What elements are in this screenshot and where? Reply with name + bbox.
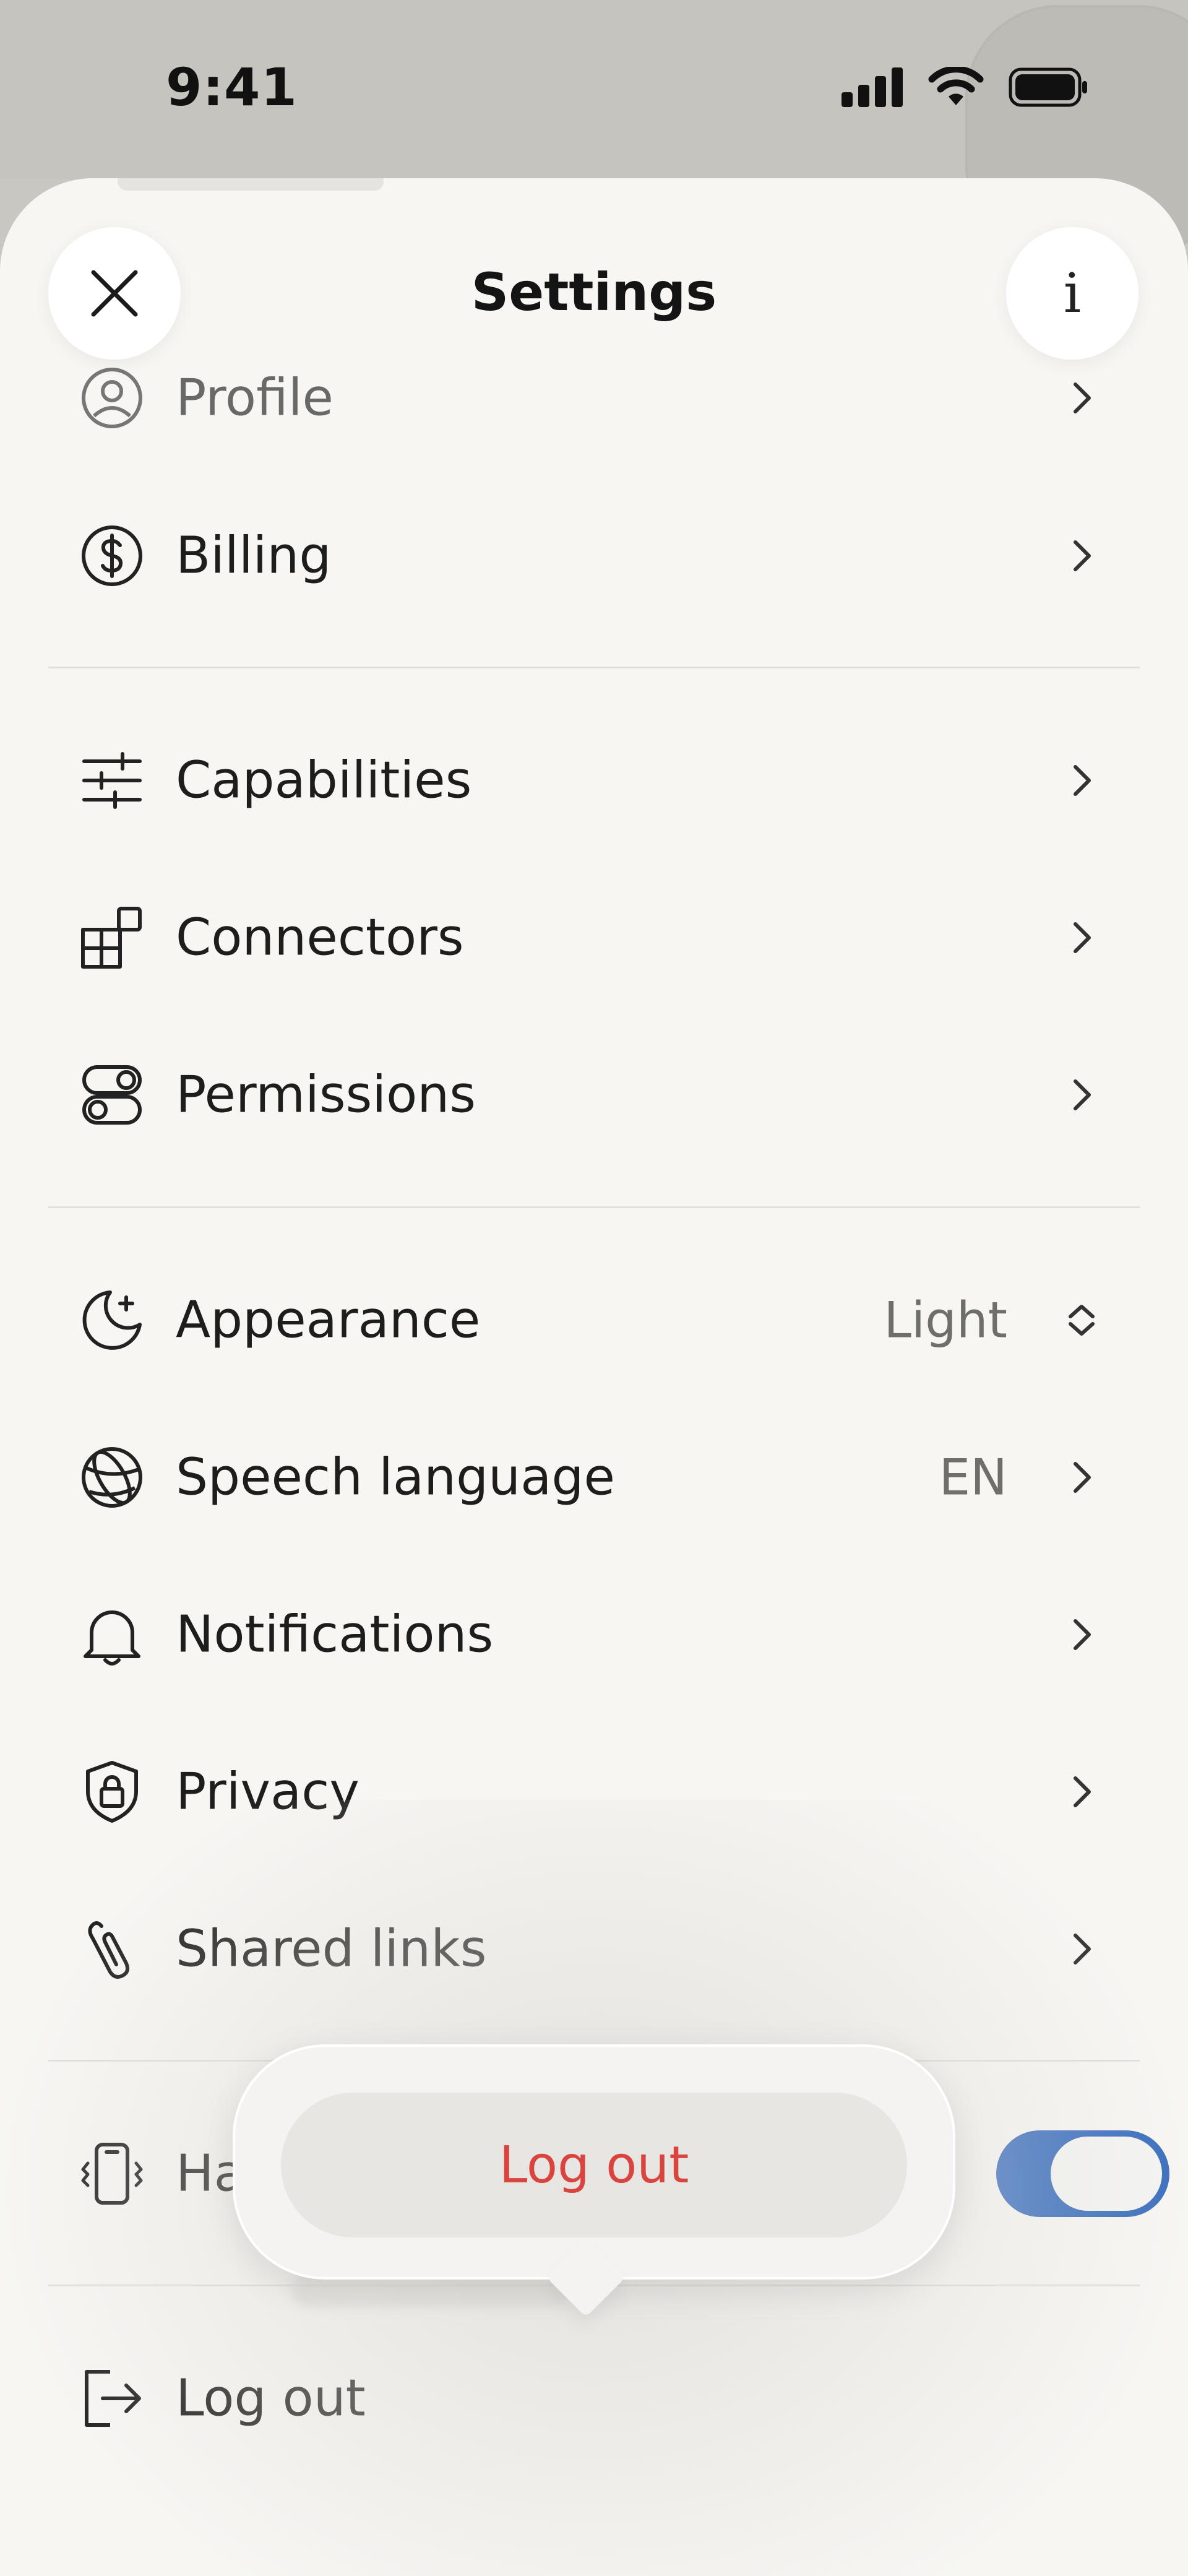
logout-confirm-button[interactable]: Log out	[281, 2093, 907, 2237]
logout-confirm-label: Log out	[499, 2135, 689, 2195]
phone-vibrate-icon	[81, 2143, 143, 2205]
settings-row-profile[interactable]: Profile	[48, 336, 1140, 460]
settings-row-billing[interactable]: Billing	[48, 494, 1140, 618]
settings-row-label: Profile	[176, 368, 334, 428]
speech-language-value: EN	[939, 1448, 1007, 1506]
wifi-icon	[928, 67, 984, 105]
chevron-right-icon	[1074, 540, 1091, 571]
toggle-knob	[1051, 2137, 1162, 2211]
section-divider	[48, 1206, 1140, 1208]
settings-row-appearance[interactable]: Appearance Light	[48, 1258, 1140, 1382]
section-divider	[48, 667, 1140, 668]
status-icons	[842, 67, 1089, 108]
status-time: 9:41	[166, 57, 298, 118]
person-circle-icon	[82, 368, 142, 428]
chevron-up-down-icon	[1069, 1305, 1095, 1336]
battery-icon	[1009, 67, 1087, 107]
status-bar: 9:41	[0, 0, 1188, 257]
settings-row-label: Appearance	[176, 1290, 481, 1350]
settings-row-label: Privacy	[176, 1762, 359, 1822]
chevron-right-icon	[1074, 1079, 1091, 1110]
sliders-icon	[82, 752, 142, 809]
settings-row-logout[interactable]: Log out	[48, 2336, 1140, 2460]
sheet-grabber	[118, 178, 384, 191]
settings-row-label: Permissions	[176, 1065, 476, 1125]
settings-row-shared-links[interactable]: Shared links	[48, 1887, 1140, 2011]
settings-row-privacy[interactable]: Privacy	[48, 1730, 1140, 1854]
settings-row-label: Connectors	[176, 908, 464, 967]
moon-sparkle-icon	[82, 1290, 142, 1350]
dollar-circle-icon	[82, 525, 142, 586]
settings-row-label: Notifications	[176, 1605, 494, 1664]
settings-row-label: Log out	[176, 2369, 366, 2428]
settings-row-speech-language[interactable]: Speech language EN	[48, 1416, 1140, 1539]
settings-row-notifications[interactable]: Notifications	[48, 1573, 1140, 1696]
chevron-right-icon	[1074, 922, 1091, 953]
settings-row-label: Speech language	[176, 1448, 615, 1507]
haptics-toggle[interactable]	[996, 2130, 1169, 2217]
paperclip-icon	[88, 1921, 129, 1979]
settings-row-label: Shared links	[176, 1919, 487, 1979]
toggles-icon	[82, 1065, 142, 1125]
chevron-right-icon	[1074, 383, 1091, 413]
globe-icon	[82, 1447, 142, 1508]
settings-row-connectors[interactable]: Connectors	[48, 876, 1140, 1000]
chevron-right-icon	[1074, 1462, 1091, 1493]
settings-sheet: Settings i Profile Billing Capabilities …	[0, 178, 1188, 2576]
cellular-signal-icon	[842, 67, 903, 107]
blocks-icon	[81, 907, 142, 969]
chevron-right-icon	[1074, 1934, 1091, 1964]
settings-row-capabilities[interactable]: Capabilities	[48, 719, 1140, 842]
logout-icon	[85, 2370, 141, 2427]
appearance-value: Light	[884, 1291, 1007, 1349]
settings-row-permissions[interactable]: Permissions	[48, 1033, 1140, 1157]
chevron-right-icon	[1074, 1619, 1091, 1650]
settings-row-label: Billing	[176, 526, 332, 586]
chevron-right-icon	[1074, 1776, 1091, 1807]
shield-lock-icon	[86, 1761, 138, 1823]
settings-row-label: Capabilities	[176, 751, 472, 810]
bell-icon	[84, 1610, 140, 1666]
chevron-right-icon	[1074, 765, 1091, 796]
info-icon: i	[1063, 261, 1082, 325]
logout-popover: Log out	[233, 2044, 955, 2317]
